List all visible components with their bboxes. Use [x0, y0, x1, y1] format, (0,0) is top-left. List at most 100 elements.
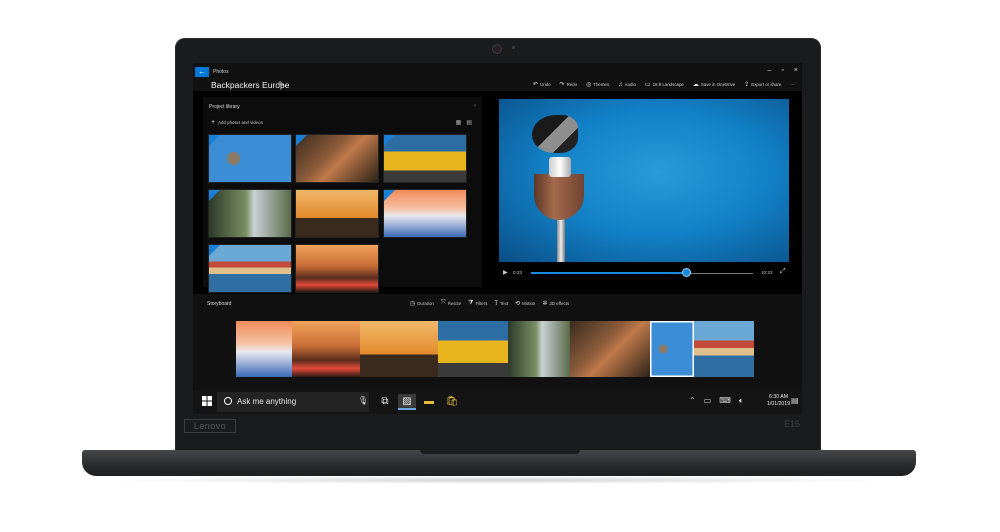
library-thumbnail[interactable] [295, 244, 379, 293]
edit-title-icon[interactable]: ✎ [278, 80, 285, 89]
add-media-button[interactable]: + Add photos and videos [211, 119, 263, 126]
themes-button[interactable]: ◎ Themes [586, 81, 609, 88]
library-thumbnail[interactable] [383, 134, 467, 183]
cloud-icon: ☁ [692, 82, 699, 88]
library-thumbnail[interactable] [208, 189, 292, 238]
audio-button[interactable]: ♫ Audio [618, 81, 636, 88]
clock-time: 6:30 AM [769, 394, 789, 400]
selected-corner-icon [209, 135, 220, 146]
3d-effects-button[interactable]: ✲ 3D effects [542, 300, 569, 307]
selected-corner-icon [209, 245, 220, 256]
brand-logo: Lenovo [184, 419, 236, 433]
playback-controls: ▶ 0:23 10:23 ⤢ [499, 267, 789, 279]
filters-button[interactable]: ⧩ Filters [468, 300, 487, 307]
aspect-ratio-button[interactable]: ▭ 16:9 Landscape [645, 81, 684, 88]
search-placeholder: Ask me anything [237, 397, 297, 406]
view-toggle: ▦ ▤ [456, 119, 472, 126]
store-icon[interactable]: 🛍︎ [443, 394, 461, 410]
storyboard-tools: ◷ Duration ⤧ Resize ⧩ Filters T Text ⟲ Motion… [410, 300, 569, 307]
library-thumbnail[interactable] [295, 134, 379, 183]
text-button[interactable]: T Text [494, 300, 508, 307]
maximize-button[interactable]: ▫ [781, 67, 783, 74]
notification-icon[interactable]: ▤ [791, 396, 799, 405]
fullscreen-icon[interactable]: ⤢ [780, 268, 786, 276]
seek-handle[interactable] [682, 269, 690, 276]
clock-date: 1/01/2019 [767, 401, 791, 407]
redo-icon: ↷ [559, 82, 565, 88]
storyboard-clip[interactable] [360, 321, 438, 377]
bird [532, 115, 578, 153]
storyboard-clip[interactable] [570, 321, 650, 377]
video-preview[interactable] [499, 99, 789, 262]
back-button[interactable]: ← [195, 67, 209, 77]
resize-icon: ⤧ [440, 300, 446, 306]
close-button[interactable]: × [794, 67, 798, 74]
file-explorer-icon[interactable]: ▬ [420, 394, 438, 410]
screen: ← Photos – ▫ × Backpackers Europe ✎ ↶ Und… [193, 63, 802, 414]
current-time: 0:23 [513, 270, 522, 275]
title-bar: ← Photos – ▫ × Backpackers Europe ✎ ↶ Und… [193, 63, 802, 91]
search-box[interactable]: Ask me anything 🎙︎ [217, 392, 369, 412]
lamp-shade [534, 174, 584, 220]
save-onedrive-button[interactable]: ☁ Save in OneDrive [693, 81, 735, 88]
lamp-neck [549, 157, 571, 177]
base-shadow [100, 476, 900, 484]
library-thumbnail[interactable] [383, 189, 467, 238]
app-name: Photos [213, 69, 229, 75]
storyboard-clip[interactable] [438, 321, 508, 377]
motion-icon: ⟲ [515, 301, 521, 307]
filters-icon: ⧩ [468, 300, 474, 306]
resize-button[interactable]: ⤧ Resize [441, 300, 461, 307]
task-view-icon[interactable]: ⧉ [376, 394, 394, 410]
photos-app-icon[interactable]: ▨ [398, 394, 416, 410]
webcam-icon [493, 45, 501, 53]
library-thumbnail[interactable] [295, 189, 379, 238]
play-icon[interactable]: ▶ [503, 269, 508, 276]
back-arrow-icon: ← [198, 67, 206, 76]
storyboard-clip[interactable] [236, 321, 292, 377]
storyboard-clip[interactable] [292, 321, 360, 377]
list-view-icon[interactable]: ▤ [466, 119, 472, 126]
storyboard-clip[interactable] [508, 321, 570, 377]
storyboard: Storyboard ◷ Duration ⤧ Resize ⧩ Filters TT… [193, 294, 802, 390]
motion-button[interactable]: ⟲ Motion [515, 300, 535, 307]
sparkle-icon: ✲ [542, 301, 548, 307]
library-thumbnail[interactable] [208, 244, 292, 293]
network-icon[interactable]: ⌨ [719, 396, 731, 406]
taskbar-clock[interactable]: 6:30 AM 1/01/2019 [767, 394, 790, 408]
battery-icon[interactable]: ▭ [704, 396, 712, 406]
text-icon: T [494, 300, 499, 307]
selected-corner-icon [384, 190, 395, 201]
windows-start-icon[interactable] [202, 396, 212, 406]
microphone-icon[interactable]: 🎙︎ [358, 396, 368, 405]
storyboard-clip-selected[interactable] [650, 321, 694, 377]
redo-button[interactable]: ↷ Redo [560, 81, 578, 88]
chevron-up-icon[interactable]: ⌃ [689, 396, 696, 406]
toolbar: ↶ Undo ↷ Redo ◎ Themes ♫ Audio ▭ 16:9 Landsca… [533, 81, 795, 89]
filmstrip [236, 321, 754, 377]
more-button[interactable]: ··· [790, 81, 794, 88]
grid-view-icon[interactable]: ▦ [456, 119, 462, 126]
collapse-icon[interactable]: ‹ [474, 103, 476, 109]
model-label: E15 [784, 419, 801, 429]
storyboard-clip[interactable] [694, 321, 754, 377]
undo-icon: ↶ [533, 82, 539, 88]
library-title: Project library [209, 104, 240, 110]
camera-led [512, 46, 515, 49]
export-button[interactable]: ⇪ Export or share [744, 81, 781, 88]
undo-button[interactable]: ↶ Undo [533, 81, 551, 88]
cortana-icon [224, 397, 232, 405]
project-library: Project library ‹ + Add photos and videos… [203, 97, 482, 293]
clock-icon: ◷ [410, 301, 416, 307]
audio-icon: ♫ [618, 81, 623, 88]
laptop-hinge [420, 450, 580, 454]
storyboard-title: Storyboard [207, 301, 232, 307]
volume-icon[interactable]: 🔈︎ [739, 396, 744, 406]
taskbar: Ask me anything 🎙︎ ⧉ ▨ ▬ 🛍︎ ⌃ ▭ ⌨ 🔈︎ 6:3… [193, 390, 802, 414]
window-controls: – ▫ × [768, 67, 798, 74]
aspect-ratio-icon: ▭ [644, 82, 651, 88]
minimize-button[interactable]: – [768, 67, 772, 74]
lamp-pole [557, 217, 565, 262]
duration-button[interactable]: ◷ Duration [410, 300, 434, 307]
library-thumbnail[interactable] [208, 134, 292, 183]
